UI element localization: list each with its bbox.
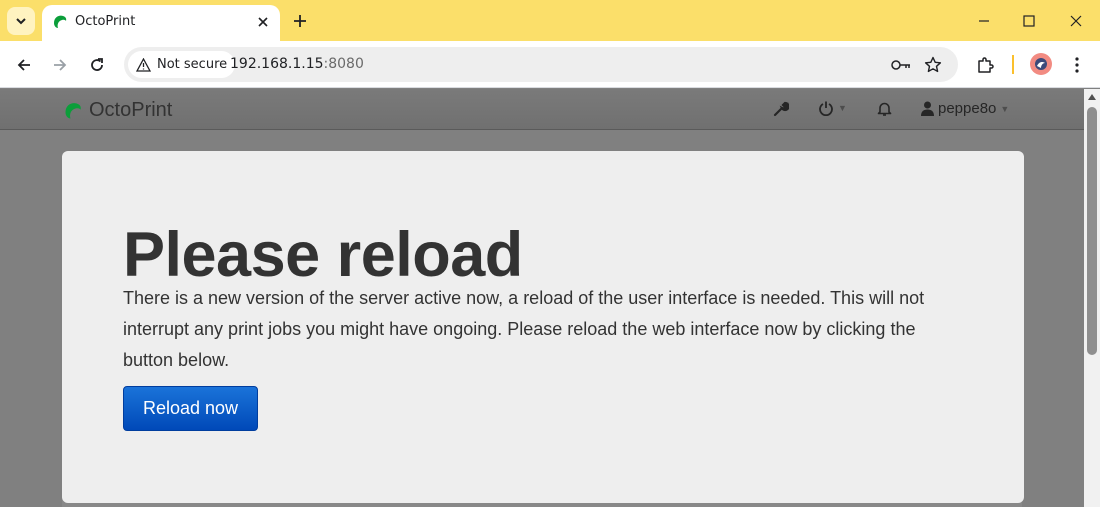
url-host: 192.168.1.15	[230, 56, 324, 72]
chevron-down-icon	[16, 18, 26, 25]
password-key-button[interactable]	[890, 54, 912, 76]
extensions-button[interactable]	[972, 52, 998, 78]
plus-icon	[294, 15, 306, 27]
back-button[interactable]	[10, 51, 38, 79]
user-name: peppe8o	[938, 100, 997, 117]
maximize-icon	[1023, 15, 1035, 27]
page-scrollbar[interactable]	[1084, 89, 1100, 507]
tab-title: OctoPrint	[75, 14, 136, 29]
star-icon	[924, 56, 942, 73]
minimize-icon	[979, 20, 989, 22]
url-text[interactable]: 192.168.1.15:8080	[230, 56, 364, 72]
tab-octoprint[interactable]: OctoPrint	[42, 5, 280, 41]
more-vert-icon	[1075, 57, 1079, 73]
browser-toolbar: Not secure 192.168.1.15:8080	[0, 41, 1100, 88]
window-close-button[interactable]	[1056, 6, 1096, 36]
forward-button[interactable]	[46, 51, 74, 79]
address-bar[interactable]: Not secure 192.168.1.15:8080	[124, 47, 958, 82]
caret-down-icon: ▼	[1000, 103, 1010, 114]
wrench-icon	[773, 101, 789, 117]
tab-close-button[interactable]	[253, 12, 273, 32]
scroll-up-arrow[interactable]	[1087, 92, 1097, 102]
reload-page-button[interactable]	[83, 51, 111, 79]
security-chip[interactable]: Not secure	[128, 51, 236, 78]
refresh-icon	[91, 58, 103, 71]
dialog-title: Please reload	[123, 220, 523, 290]
warning-icon	[136, 57, 151, 72]
reload-dialog: Please reload There is a new version of …	[62, 151, 1024, 503]
user-icon	[921, 101, 934, 116]
close-icon	[1070, 15, 1082, 27]
tab-search-button[interactable]	[7, 7, 35, 35]
system-menu-button[interactable]: ▼	[818, 100, 847, 116]
puzzle-icon	[978, 57, 994, 73]
reload-now-button[interactable]: Reload now	[123, 386, 258, 431]
bookmark-button[interactable]	[922, 54, 944, 76]
key-icon	[891, 60, 910, 70]
avatar-icon	[1035, 58, 1047, 70]
bell-icon	[877, 102, 892, 116]
url-port: :8080	[323, 56, 364, 72]
brand-link[interactable]: OctoPrint	[62, 99, 172, 122]
octoprint-logo-icon	[54, 15, 67, 28]
security-label: Not secure	[157, 57, 228, 72]
minimize-button[interactable]	[964, 6, 1004, 36]
maximize-button[interactable]	[1009, 6, 1049, 36]
toolbar-divider	[1012, 55, 1014, 74]
arrow-right-icon	[54, 59, 67, 71]
user-menu-button[interactable]: peppe8o ▼	[921, 100, 1009, 117]
browser-menu-button[interactable]	[1064, 52, 1090, 78]
power-icon	[819, 101, 833, 116]
octoprint-logo-icon	[65, 102, 81, 118]
triangle-up-icon	[1088, 94, 1096, 100]
caret-down-icon: ▼	[838, 103, 847, 113]
profile-avatar[interactable]	[1030, 53, 1052, 75]
scroll-thumb[interactable]	[1087, 107, 1097, 355]
settings-button[interactable]	[773, 101, 789, 117]
tab-strip: OctoPrint	[0, 0, 1100, 41]
close-icon	[258, 17, 268, 27]
brand-name: OctoPrint	[89, 99, 173, 121]
new-tab-button[interactable]	[287, 8, 313, 34]
arrow-left-icon	[17, 59, 30, 71]
page-viewport: OctoPrint ▼ peppe8o ▼ Please reload Ther…	[0, 89, 1084, 507]
octoprint-navbar: OctoPrint ▼ peppe8o ▼	[0, 89, 1084, 130]
dialog-message: There is a new version of the server act…	[123, 288, 925, 370]
notifications-button[interactable]	[877, 101, 892, 117]
